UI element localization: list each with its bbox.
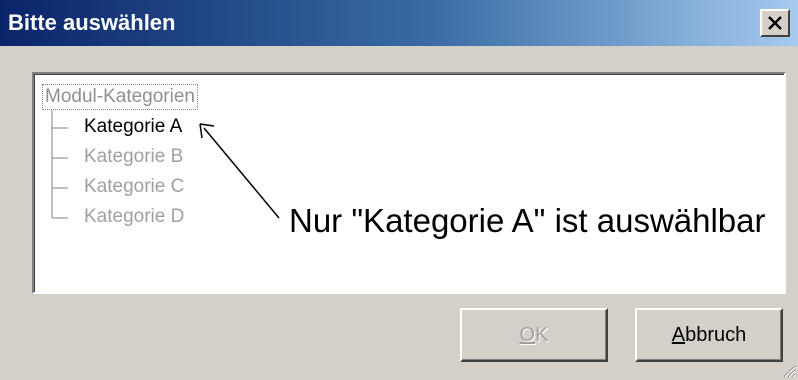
cancel-button[interactable]: Abbruch xyxy=(635,308,783,362)
ok-button[interactable]: OK xyxy=(460,308,608,362)
title-bar[interactable]: Bitte auswählen xyxy=(0,0,798,46)
window-title: Bitte auswählen xyxy=(8,10,176,35)
close-icon xyxy=(767,16,783,30)
annotation-text: Nur "Kategorie A" ist auswählbar xyxy=(289,202,766,239)
annotation-arrow xyxy=(199,123,280,219)
cancel-button-label: bbruch xyxy=(685,323,747,346)
ok-button-label: K xyxy=(535,323,549,346)
close-button[interactable] xyxy=(760,9,790,37)
category-tree[interactable]: Modul-Kategorien Kategorie A Kategorie B… xyxy=(32,72,786,294)
dialog-window: Bitte auswählen Modul-Kategorien Kategor… xyxy=(0,0,798,380)
resize-grip-icon[interactable] xyxy=(782,364,796,378)
cancel-button-mnemonic: A xyxy=(671,323,686,346)
ok-button-mnemonic: O xyxy=(519,323,536,346)
